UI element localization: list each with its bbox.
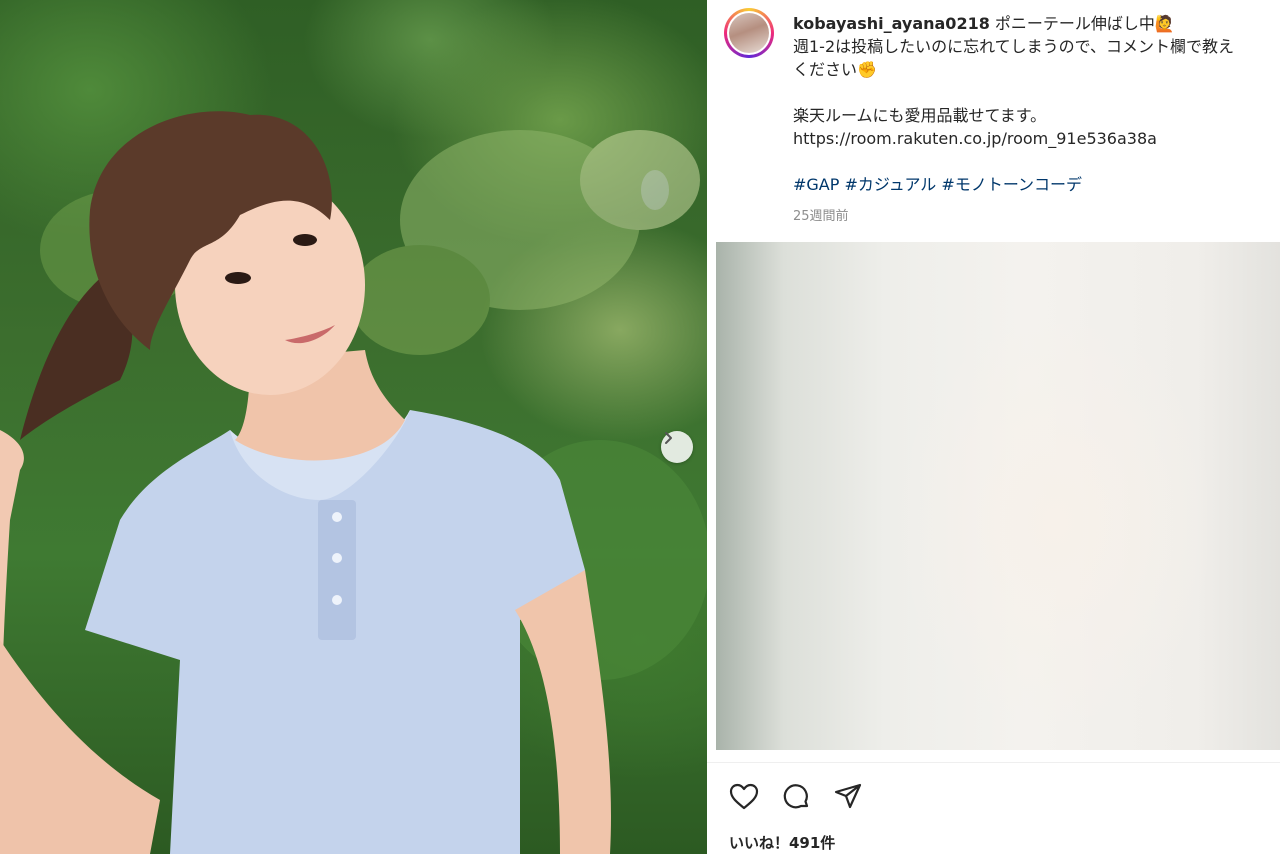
- post-panel: kobayashi_ayana0218 ポニーテール伸ばし中🙋 週1-2は投稿し…: [707, 0, 1280, 854]
- rakuten-link[interactable]: https://room.rakuten.co.jp/room_91e536a3…: [793, 127, 1280, 150]
- avatar[interactable]: [724, 8, 774, 58]
- next-image-button[interactable]: [661, 431, 693, 463]
- comment-icon: [783, 784, 809, 809]
- share-button[interactable]: [832, 781, 864, 813]
- post-caption: kobayashi_ayana0218 ポニーテール伸ばし中🙋 週1-2は投稿し…: [793, 12, 1280, 196]
- chevron-right-icon: [665, 432, 672, 444]
- hashtag-link[interactable]: #GAP: [793, 175, 839, 194]
- post-time[interactable]: 25週間前: [793, 205, 849, 224]
- hashtag-link[interactable]: #モノトーンコーデ: [941, 175, 1082, 194]
- like-count[interactable]: いいね！491件: [729, 832, 835, 853]
- like-button[interactable]: [728, 781, 760, 813]
- heart-icon: [729, 783, 759, 810]
- caption-text: 楽天ルームにも愛用品載せてます。: [793, 106, 1047, 125]
- blurred-media-area: [716, 242, 1280, 750]
- username-link[interactable]: kobayashi_ayana0218: [793, 14, 990, 33]
- caption-text: 週1-2は投稿したいのに忘れてしまうので、コメント欄で教え: [793, 37, 1235, 56]
- caption-text: ください✊: [793, 60, 877, 79]
- caption-text: ポニーテール伸ばし中🙋: [989, 14, 1175, 33]
- photo-illustration: [0, 111, 707, 854]
- hashtags: #GAP #カジュアル #モノトーンコーデ: [793, 173, 1280, 196]
- post-photo: [0, 0, 707, 854]
- divider: [707, 762, 1280, 763]
- comment-button[interactable]: [780, 781, 812, 813]
- hashtag-link[interactable]: #カジュアル: [845, 175, 937, 194]
- send-icon: [834, 783, 862, 809]
